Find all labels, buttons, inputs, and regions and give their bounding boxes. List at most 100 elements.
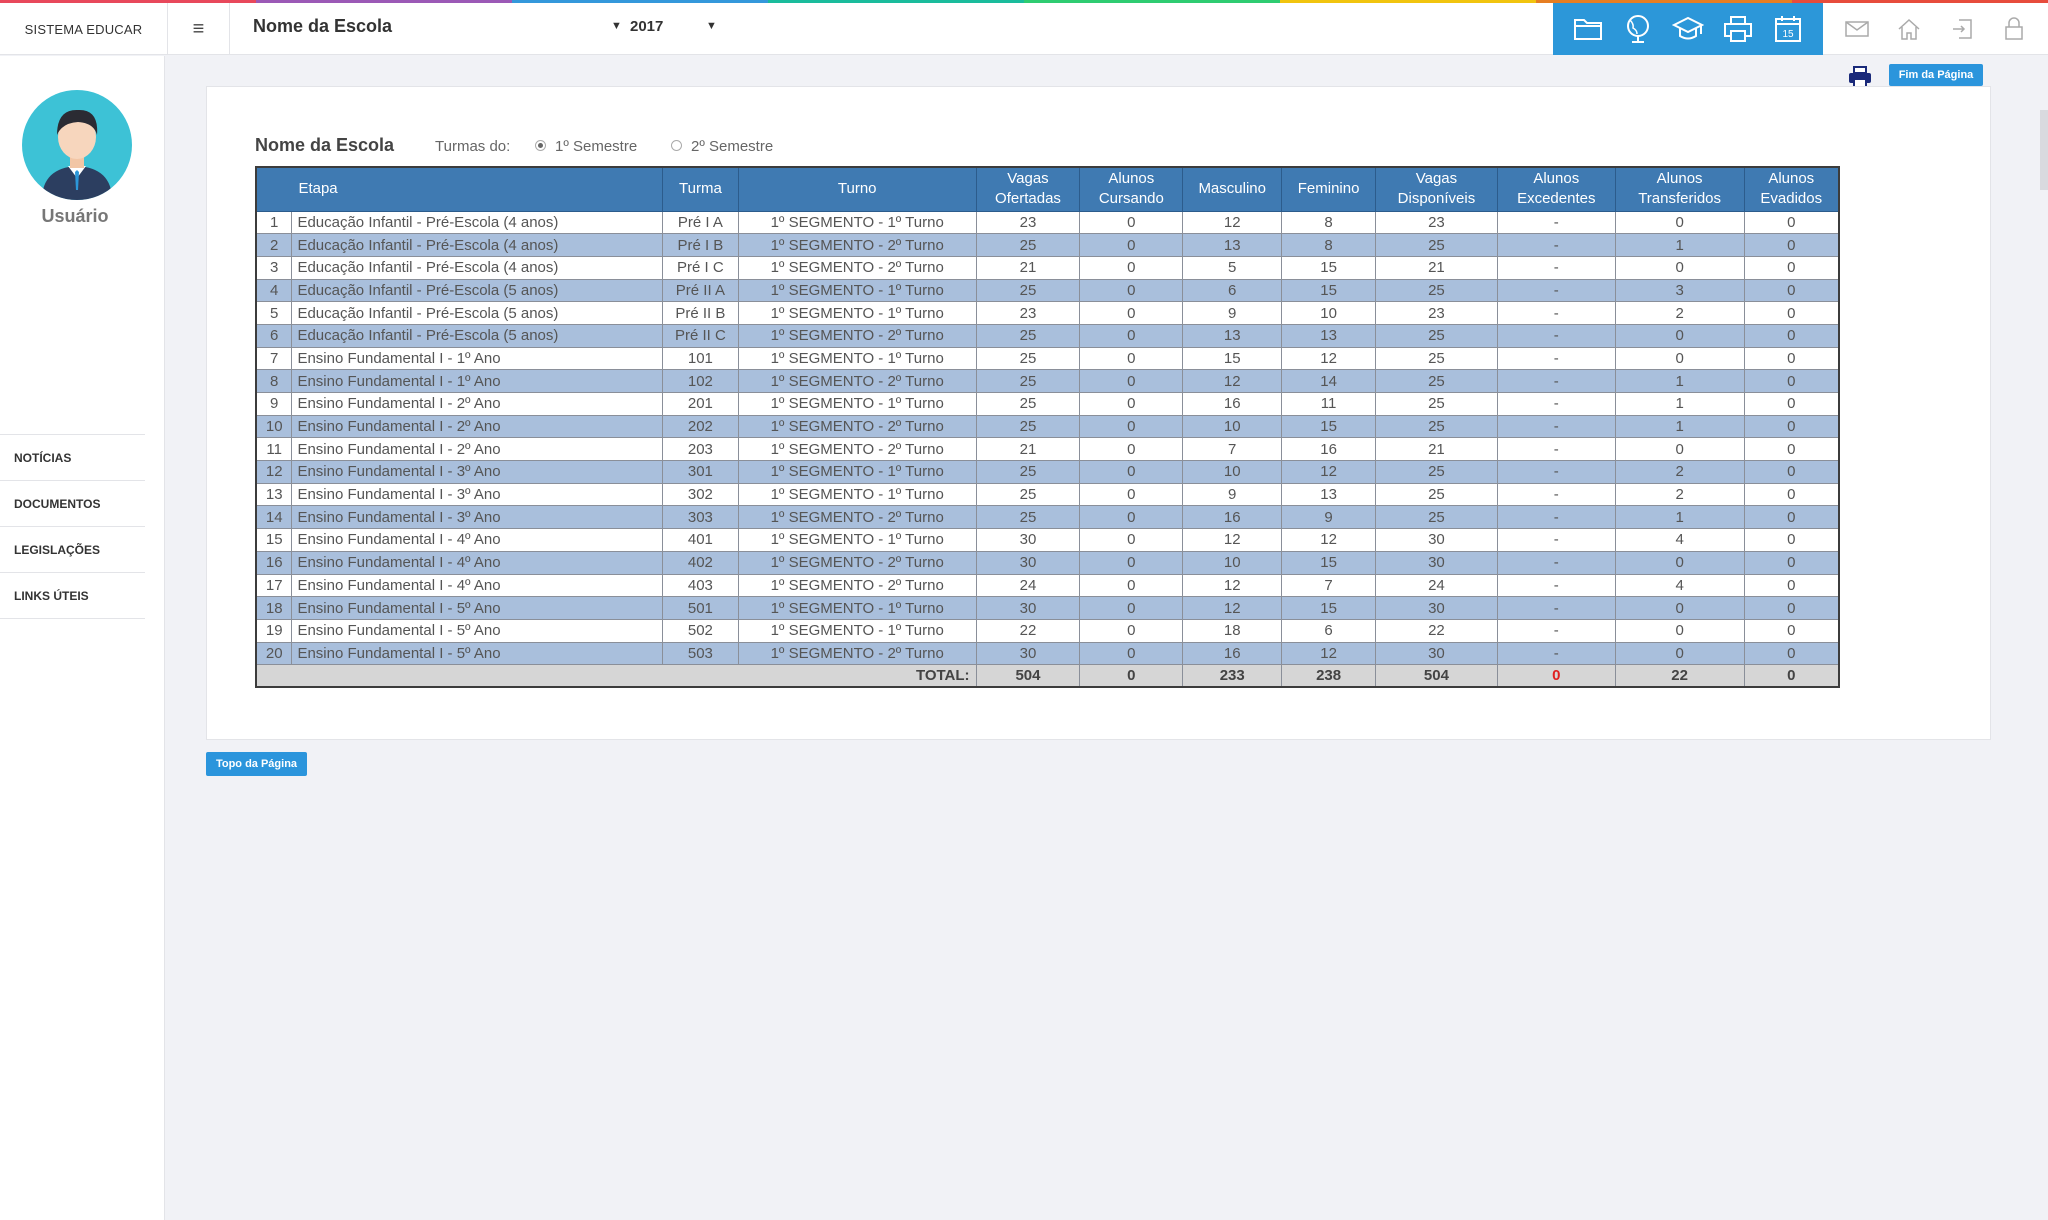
printer-icon — [1849, 66, 1871, 88]
table-cell: 10 — [1281, 301, 1377, 325]
brand-title[interactable]: SISTEMA EDUCAR — [0, 3, 168, 55]
table-cell: 0 — [1614, 618, 1745, 643]
table-cell: - — [1496, 573, 1616, 598]
table-cell: 12 — [1281, 528, 1377, 552]
table-cell: 16 — [1281, 437, 1377, 462]
column-header-line: Cursando — [1098, 190, 1164, 208]
column-header: Vagas Ofertadas — [975, 166, 1081, 212]
column-header — [255, 166, 293, 212]
home-icon[interactable] — [1894, 14, 1924, 44]
table-cell: - — [1496, 505, 1616, 530]
year-select-chevron-down-icon[interactable]: ▼ — [706, 20, 717, 32]
end-of-page-button[interactable]: Fim da Página — [1889, 64, 1983, 86]
table-cell: Pré II A — [661, 278, 739, 303]
table-cell: 30 — [1375, 550, 1498, 575]
table-cell: 403 — [661, 573, 739, 598]
table-cell: 12 — [1182, 528, 1283, 552]
table-cell: 0 — [1743, 210, 1840, 235]
sidebar-item-links-uteis[interactable]: LINKS ÚTEIS — [0, 573, 145, 619]
top-of-page-button[interactable]: Topo da Página — [206, 752, 307, 776]
table-cell: 30 — [1375, 596, 1498, 620]
table-row: 19 Ensino Fundamental I - 5º Ano 502 1º SEG… — [255, 618, 1840, 643]
table-cell: 25 — [975, 392, 1081, 416]
sidebar-item-legislacoes[interactable]: LEGISLAÇÕES — [0, 527, 145, 573]
table-cell: 0 — [1743, 233, 1840, 257]
table-cell: 15 — [1182, 346, 1283, 371]
table-row: 13 Ensino Fundamental I - 3º Ano 302 1º SEG… — [255, 482, 1840, 507]
table-cell: 0 — [1079, 437, 1184, 462]
table-cell: 0 — [1614, 346, 1745, 371]
table-cell: 0 — [1079, 210, 1184, 235]
sidebar-item-noticias[interactable]: NOTÍCIAS — [0, 435, 145, 481]
avatar[interactable] — [22, 90, 132, 200]
menu-toggle-button[interactable]: ≡ — [168, 3, 230, 55]
logout-icon[interactable] — [1947, 14, 1977, 44]
table-cell: 14 — [1281, 369, 1377, 393]
lock-icon[interactable] — [1999, 14, 2029, 44]
table-cell: 1º SEGMENTO - 1º Turno — [737, 301, 977, 325]
table-cell: Pré I B — [661, 233, 739, 257]
table-cell: 12 — [1182, 210, 1283, 235]
globe-icon[interactable] — [1621, 12, 1655, 46]
table-cell: 12 — [1182, 596, 1283, 620]
table-cell: Ensino Fundamental I - 1º Ano — [291, 369, 663, 393]
folder-icon[interactable] — [1571, 12, 1605, 46]
table-cell: Pré II B — [661, 301, 739, 325]
semester-1-label[interactable]: 1º Semestre — [555, 138, 637, 155]
table-cell: 30 — [975, 528, 1081, 552]
page-scrollbar[interactable] — [2040, 110, 2048, 190]
column-header-line: Vagas — [1415, 170, 1458, 188]
table-cell: Pré I A — [661, 210, 739, 235]
column-header-line: Alunos — [1108, 170, 1155, 188]
table-row: 17 Ensino Fundamental I - 4º Ano 403 1º SEG… — [255, 573, 1840, 598]
printer-icon[interactable] — [1721, 12, 1755, 46]
row-number-cell: 3 — [255, 255, 293, 280]
svg-text:15: 15 — [1782, 29, 1794, 40]
column-header-line: Ofertadas — [995, 190, 1061, 208]
table-cell: 2 — [1614, 482, 1745, 507]
table-cell: 12 — [1182, 369, 1283, 393]
table-cell: 0 — [1079, 460, 1184, 484]
table-row: 1 Educação Infantil - Pré-Escola (4 anos)… — [255, 210, 1840, 235]
table-cell: 3 — [1614, 278, 1745, 303]
semester-2-radio[interactable] — [671, 140, 682, 151]
user-name-label: Usuário — [41, 206, 109, 226]
table-cell: 1º SEGMENTO - 2º Turno — [737, 505, 977, 530]
semester-1-radio[interactable] — [535, 140, 546, 151]
table-cell: 0 — [1079, 641, 1184, 666]
total-cell: 233 — [1182, 664, 1283, 688]
mail-icon[interactable] — [1842, 14, 1872, 44]
total-row: TOTAL: 504 0 233 238 504 0 22 0 — [255, 664, 1840, 688]
table-cell: - — [1496, 323, 1616, 348]
table-cell: 0 — [1079, 233, 1184, 257]
column-header: Vagas Disponíveis — [1375, 166, 1498, 212]
table-cell: 0 — [1743, 482, 1840, 507]
graduation-cap-icon[interactable] — [1671, 12, 1705, 46]
table-cell: 6 — [1182, 278, 1283, 303]
table-cell: 5 — [1182, 255, 1283, 280]
table-cell: Ensino Fundamental I - 3º Ano — [291, 460, 663, 484]
table-cell: - — [1496, 278, 1616, 303]
semester-2-label[interactable]: 2º Semestre — [691, 138, 773, 155]
print-report-button[interactable] — [1848, 66, 1872, 88]
table-cell: 25 — [1375, 392, 1498, 416]
school-select[interactable]: Nome da Escola — [253, 16, 392, 37]
table-cell: 1º SEGMENTO - 2º Turno — [737, 437, 977, 462]
calendar-icon[interactable]: 15 — [1771, 12, 1805, 46]
school-select-chevron-down-icon[interactable]: ▼ — [611, 20, 622, 32]
row-number-cell: 12 — [255, 460, 293, 484]
table-cell: 203 — [661, 437, 739, 462]
table-cell: 0 — [1079, 550, 1184, 575]
column-header-line: Alunos — [1656, 170, 1703, 188]
table-cell: 0 — [1079, 482, 1184, 507]
table-cell: Ensino Fundamental I - 5º Ano — [291, 596, 663, 620]
table-cell: 0 — [1079, 369, 1184, 393]
table-cell: 0 — [1614, 255, 1745, 280]
table-cell: 1º SEGMENTO - 1º Turno — [737, 460, 977, 484]
year-select[interactable]: 2017 — [630, 18, 663, 35]
table-cell: 10 — [1182, 460, 1283, 484]
table-cell: 4 — [1614, 573, 1745, 598]
table-cell: 25 — [975, 233, 1081, 257]
table-cell: 0 — [1079, 618, 1184, 643]
sidebar-item-documentos[interactable]: DOCUMENTOS — [0, 481, 145, 527]
